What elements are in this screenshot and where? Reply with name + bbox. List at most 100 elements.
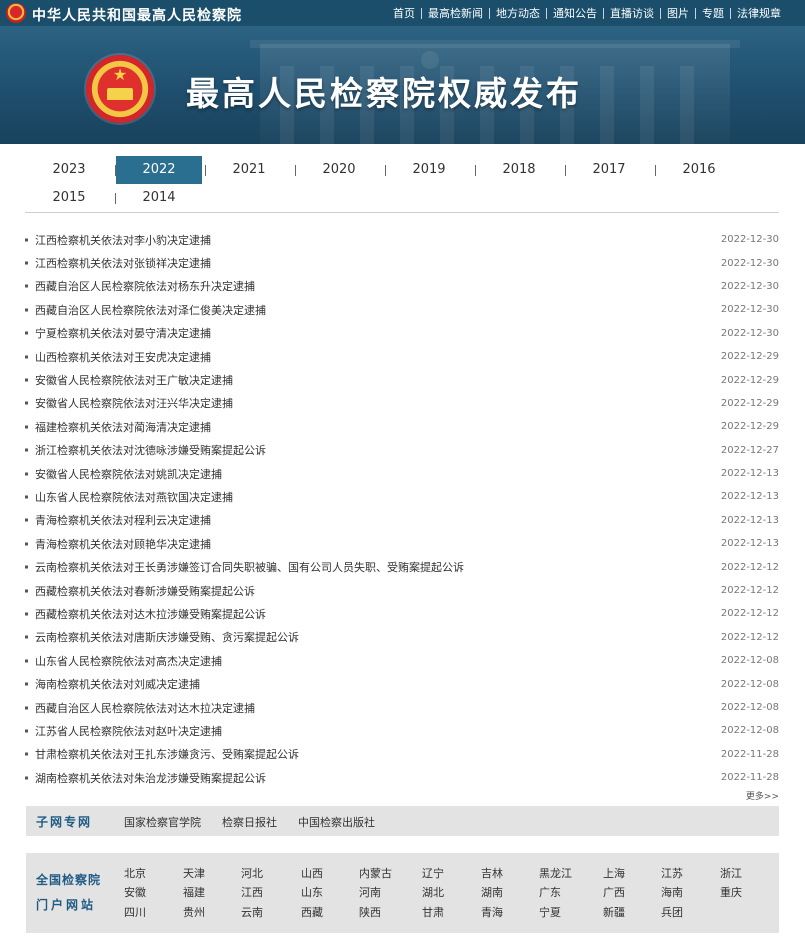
province-link[interactable]: 江苏 — [661, 865, 683, 881]
province-link[interactable]: 河北 — [241, 865, 263, 881]
news-title-link[interactable]: 甘肃检察机关依法对王扎东涉嫌贪污、受贿案提起公诉 — [35, 746, 299, 762]
news-item[interactable]: 山西检察机关依法对王安虎决定逮捕 2022-12-29 — [25, 345, 779, 368]
province-link[interactable]: 黑龙江 — [539, 865, 572, 881]
subsite-link[interactable]: 中国检察出版社 — [298, 814, 375, 830]
year-tab[interactable]: 2022 — [116, 156, 202, 184]
province-link[interactable]: 海南 — [661, 884, 683, 900]
news-title-link[interactable]: 西藏自治区人民检察院依法对杨东升决定逮捕 — [35, 278, 255, 294]
news-item[interactable]: 青海检察机关依法对顾艳华决定逮捕 2022-12-13 — [25, 532, 779, 555]
province-link[interactable]: 天津 — [183, 865, 205, 881]
news-title-link[interactable]: 西藏自治区人民检察院依法对泽仁俊美决定逮捕 — [35, 302, 266, 318]
news-item[interactable]: 西藏检察机关依法对春新涉嫌受贿案提起公诉 2022-12-12 — [25, 579, 779, 602]
subsite-link[interactable]: 国家检察官学院 — [124, 814, 201, 830]
province-link[interactable]: 浙江 — [720, 865, 742, 881]
subsite-link[interactable]: 检察日报社 — [222, 814, 277, 830]
news-item[interactable]: 海南检察机关依法对刘威决定逮捕 2022-12-08 — [25, 672, 779, 695]
top-nav-item[interactable]: 图片 — [661, 5, 695, 21]
province-link[interactable]: 贵州 — [183, 904, 205, 920]
province-link[interactable]: 重庆 — [720, 884, 742, 900]
province-link[interactable]: 广西 — [603, 884, 625, 900]
news-item[interactable]: 甘肃检察机关依法对王扎东涉嫌贪污、受贿案提起公诉 2022-11-28 — [25, 743, 779, 766]
news-title-link[interactable]: 西藏检察机关依法对春新涉嫌受贿案提起公诉 — [35, 583, 255, 599]
news-item[interactable]: 江苏省人民检察院依法对赵叶决定逮捕 2022-12-08 — [25, 719, 779, 742]
year-tab[interactable]: 2017 — [566, 156, 652, 184]
news-item[interactable]: 安徽省人民检察院依法对姚凯决定逮捕 2022-12-13 — [25, 462, 779, 485]
news-title-link[interactable]: 山东省人民检察院依法对燕钦国决定逮捕 — [35, 489, 233, 505]
news-title-link[interactable]: 江西检察机关依法对张锁祥决定逮捕 — [35, 255, 211, 271]
news-title-link[interactable]: 云南检察机关依法对王长勇涉嫌签订合同失职被骗、国有公司人员失职、受贿案提起公诉 — [35, 559, 464, 575]
province-link[interactable]: 广东 — [539, 884, 561, 900]
year-tab[interactable]: 2016 — [656, 156, 742, 184]
news-item[interactable]: 西藏检察机关依法对达木拉涉嫌受贿案提起公诉 2022-12-12 — [25, 602, 779, 625]
news-item[interactable]: 青海检察机关依法对程利云决定逮捕 2022-12-13 — [25, 509, 779, 532]
news-title-link[interactable]: 江苏省人民检察院依法对赵叶决定逮捕 — [35, 723, 222, 739]
news-item[interactable]: 西藏自治区人民检察院依法对杨东升决定逮捕 2022-12-30 — [25, 275, 779, 298]
site-name[interactable]: 中华人民共和国最高人民检察院 — [32, 5, 242, 25]
province-link[interactable]: 西藏 — [301, 904, 323, 920]
news-title-link[interactable]: 山东省人民检察院依法对高杰决定逮捕 — [35, 653, 222, 669]
news-title-link[interactable]: 云南检察机关依法对唐斯庆涉嫌受贿、贪污案提起公诉 — [35, 629, 299, 645]
province-link[interactable]: 福建 — [183, 884, 205, 900]
province-link[interactable]: 新疆 — [603, 904, 625, 920]
province-link[interactable]: 山西 — [301, 865, 323, 881]
top-nav-item[interactable]: 首页 — [387, 5, 421, 21]
news-title-link[interactable]: 宁夏检察机关依法对晏守清决定逮捕 — [35, 325, 211, 341]
news-item[interactable]: 浙江检察机关依法对沈德咏涉嫌受贿案提起公诉 2022-12-27 — [25, 439, 779, 462]
news-title-link[interactable]: 海南检察机关依法对刘威决定逮捕 — [35, 676, 200, 692]
province-link[interactable]: 湖南 — [481, 884, 503, 900]
year-tab[interactable]: 2019 — [386, 156, 472, 184]
news-item[interactable]: 江西检察机关依法对张锁祥决定逮捕 2022-12-30 — [25, 251, 779, 274]
news-item[interactable]: 福建检察机关依法对蔺海清决定逮捕 2022-12-29 — [25, 415, 779, 438]
year-tab[interactable]: 2023 — [26, 156, 112, 184]
province-link[interactable]: 内蒙古 — [359, 865, 392, 881]
news-item[interactable]: 湖南检察机关依法对朱治龙涉嫌受贿案提起公诉 2022-11-28 — [25, 766, 779, 789]
province-link[interactable]: 宁夏 — [539, 904, 561, 920]
year-tab[interactable]: 2014 — [116, 184, 202, 212]
news-item[interactable]: 山东省人民检察院依法对燕钦国决定逮捕 2022-12-13 — [25, 485, 779, 508]
province-link[interactable]: 北京 — [124, 865, 146, 881]
top-nav-item[interactable]: 通知公告 — [547, 5, 603, 21]
news-title-link[interactable]: 青海检察机关依法对顾艳华决定逮捕 — [35, 536, 211, 552]
news-title-link[interactable]: 浙江检察机关依法对沈德咏涉嫌受贿案提起公诉 — [35, 442, 266, 458]
news-title-link[interactable]: 青海检察机关依法对程利云决定逮捕 — [35, 512, 211, 528]
news-title-link[interactable]: 山西检察机关依法对王安虎决定逮捕 — [35, 349, 211, 365]
top-nav-item[interactable]: 直播访谈 — [604, 5, 660, 21]
news-item[interactable]: 江西检察机关依法对李小豹决定逮捕 2022-12-30 — [25, 228, 779, 251]
news-title-link[interactable]: 西藏检察机关依法对达木拉涉嫌受贿案提起公诉 — [35, 606, 266, 622]
year-tab[interactable]: 2018 — [476, 156, 562, 184]
province-link[interactable]: 上海 — [603, 865, 625, 881]
more-link[interactable]: 更多>> — [746, 789, 779, 802]
province-link[interactable]: 吉林 — [481, 865, 503, 881]
top-nav-item[interactable]: 地方动态 — [490, 5, 546, 21]
news-item[interactable]: 西藏自治区人民检察院依法对达木拉决定逮捕 2022-12-08 — [25, 696, 779, 719]
top-nav-item[interactable]: 专题 — [696, 5, 730, 21]
news-item[interactable]: 安徽省人民检察院依法对王广敏决定逮捕 2022-12-29 — [25, 368, 779, 391]
news-item[interactable]: 山东省人民检察院依法对高杰决定逮捕 2022-12-08 — [25, 649, 779, 672]
province-link[interactable]: 陕西 — [359, 904, 381, 920]
province-link[interactable]: 山东 — [301, 884, 323, 900]
news-title-link[interactable]: 安徽省人民检察院依法对姚凯决定逮捕 — [35, 466, 222, 482]
province-link[interactable]: 江西 — [241, 884, 263, 900]
news-title-link[interactable]: 江西检察机关依法对李小豹决定逮捕 — [35, 232, 211, 248]
top-nav-item[interactable]: 最高检新闻 — [422, 5, 489, 21]
province-link[interactable]: 安徽 — [124, 884, 146, 900]
news-title-link[interactable]: 福建检察机关依法对蔺海清决定逮捕 — [35, 419, 211, 435]
news-title-link[interactable]: 西藏自治区人民检察院依法对达木拉决定逮捕 — [35, 700, 255, 716]
news-title-link[interactable]: 安徽省人民检察院依法对王广敏决定逮捕 — [35, 372, 233, 388]
year-tab[interactable]: 2020 — [296, 156, 382, 184]
news-item[interactable]: 宁夏检察机关依法对晏守清决定逮捕 2022-12-30 — [25, 322, 779, 345]
news-item[interactable]: 云南检察机关依法对王长勇涉嫌签订合同失职被骗、国有公司人员失职、受贿案提起公诉 2… — [25, 555, 779, 578]
news-title-link[interactable]: 安徽省人民检察院依法对汪兴华决定逮捕 — [35, 395, 233, 411]
news-item[interactable]: 安徽省人民检察院依法对汪兴华决定逮捕 2022-12-29 — [25, 392, 779, 415]
news-item[interactable]: 西藏自治区人民检察院依法对泽仁俊美决定逮捕 2022-12-30 — [25, 298, 779, 321]
province-link[interactable]: 辽宁 — [422, 865, 444, 881]
province-link[interactable]: 云南 — [241, 904, 263, 920]
province-link[interactable]: 甘肃 — [422, 904, 444, 920]
news-item[interactable]: 云南检察机关依法对唐斯庆涉嫌受贿、贪污案提起公诉 2022-12-12 — [25, 626, 779, 649]
province-link[interactable]: 兵团 — [661, 904, 683, 920]
year-tab[interactable]: 2021 — [206, 156, 292, 184]
top-nav-item[interactable]: 法律规章 — [731, 5, 787, 21]
province-link[interactable]: 青海 — [481, 904, 503, 920]
year-tab[interactable]: 2015 — [26, 184, 112, 212]
province-link[interactable]: 湖北 — [422, 884, 444, 900]
